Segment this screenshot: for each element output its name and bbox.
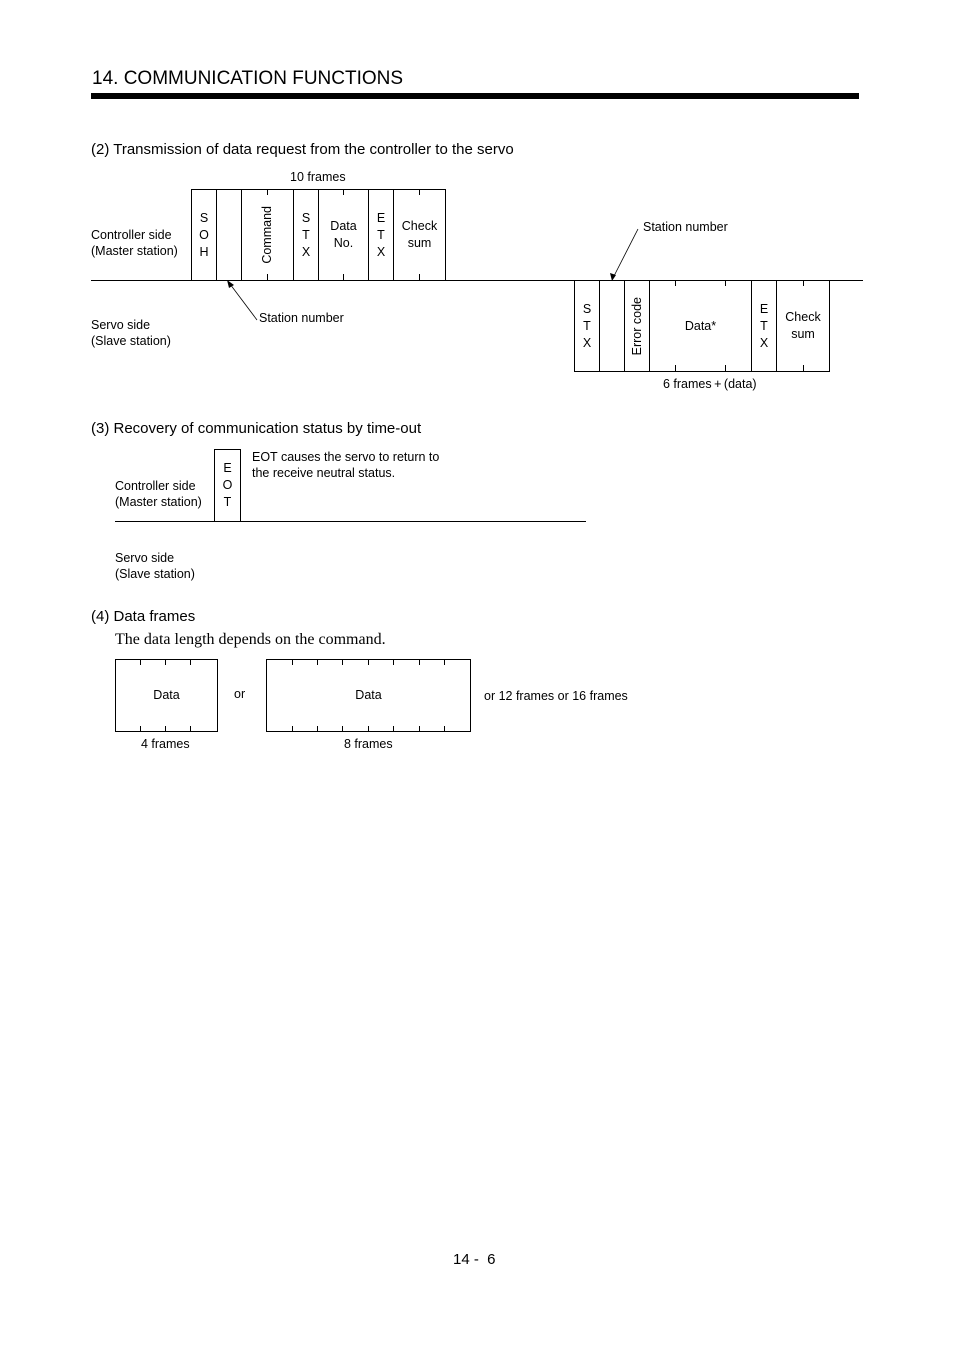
servo-stx-cell: STX: [574, 280, 600, 372]
data-box-4-frames: Data: [115, 659, 218, 732]
more-frames-label: or 12 frames or 16 frames: [484, 689, 628, 703]
eot-note: EOT causes the servo to return to the re…: [252, 449, 439, 481]
tick: [393, 659, 394, 665]
tick: [292, 726, 293, 732]
eot-cell: EOT: [214, 449, 241, 522]
box2-caption: 8 frames: [344, 737, 393, 751]
tick: [342, 726, 343, 732]
servo-side-line2: (Slave station): [115, 567, 195, 581]
tick: [725, 365, 726, 371]
tick: [393, 726, 394, 732]
controller-side-line1: Controller side: [115, 479, 196, 493]
station-number-callout: Station number: [643, 220, 728, 234]
servo-data-cell: Data*: [650, 280, 752, 372]
servo-side-label: Servo side (Slave station): [115, 550, 195, 582]
servo-side-line1: Servo side: [91, 318, 151, 332]
station-number-callout: Station number: [259, 311, 344, 325]
servo-frames-label: 6 frames + (data): [663, 377, 757, 391]
servo-check-sum-cell: Check sum: [777, 280, 830, 372]
tick: [292, 659, 293, 665]
tick: [419, 726, 420, 732]
tick: [675, 280, 676, 286]
tick: [803, 365, 804, 371]
data-box-8-frames: Data: [266, 659, 471, 732]
timeline-line: [115, 521, 586, 522]
section4-heading: (4) Data frames: [91, 608, 196, 625]
data-box-text: Data: [355, 688, 382, 702]
tick: [444, 659, 445, 665]
servo-data-text: Data*: [684, 318, 717, 333]
tick: [140, 659, 141, 665]
servo-side-line1: Servo side: [115, 551, 175, 565]
section3-heading: (3) Recovery of communication status by …: [91, 420, 422, 437]
tick: [675, 365, 676, 371]
controller-side-line2: (Master station): [115, 495, 202, 509]
or-label: or: [234, 687, 246, 701]
tick: [368, 659, 369, 665]
tick: [368, 726, 369, 732]
tick: [317, 659, 318, 665]
error-code-cell: Error code: [625, 280, 650, 372]
tick: [444, 726, 445, 732]
tick: [190, 659, 191, 665]
tick: [342, 659, 343, 665]
box1-caption: 4 frames: [141, 737, 190, 751]
servo-side-line2: (Slave station): [91, 334, 171, 348]
servo-station-number-cell: [600, 280, 625, 372]
tick: [140, 726, 141, 732]
tick: [803, 280, 804, 286]
tick: [725, 280, 726, 286]
page-number: 14 - 6: [453, 1251, 496, 1268]
controller-side-label: Controller side (Master station): [115, 478, 202, 510]
eot-note-line2: the receive neutral status.: [252, 466, 396, 480]
eot-note-line1: EOT causes the servo to return to: [252, 450, 440, 464]
tick: [165, 726, 166, 732]
error-code-text: Error code: [629, 296, 644, 356]
tick: [419, 659, 420, 665]
tick: [190, 726, 191, 732]
tick: [317, 726, 318, 732]
servo-side-label: Servo side (Slave station): [91, 317, 171, 349]
data-box-text: Data: [153, 688, 180, 702]
servo-etx-cell: ETX: [752, 280, 777, 372]
tick: [165, 659, 166, 665]
section4-description: The data length depends on the command.: [115, 631, 386, 648]
